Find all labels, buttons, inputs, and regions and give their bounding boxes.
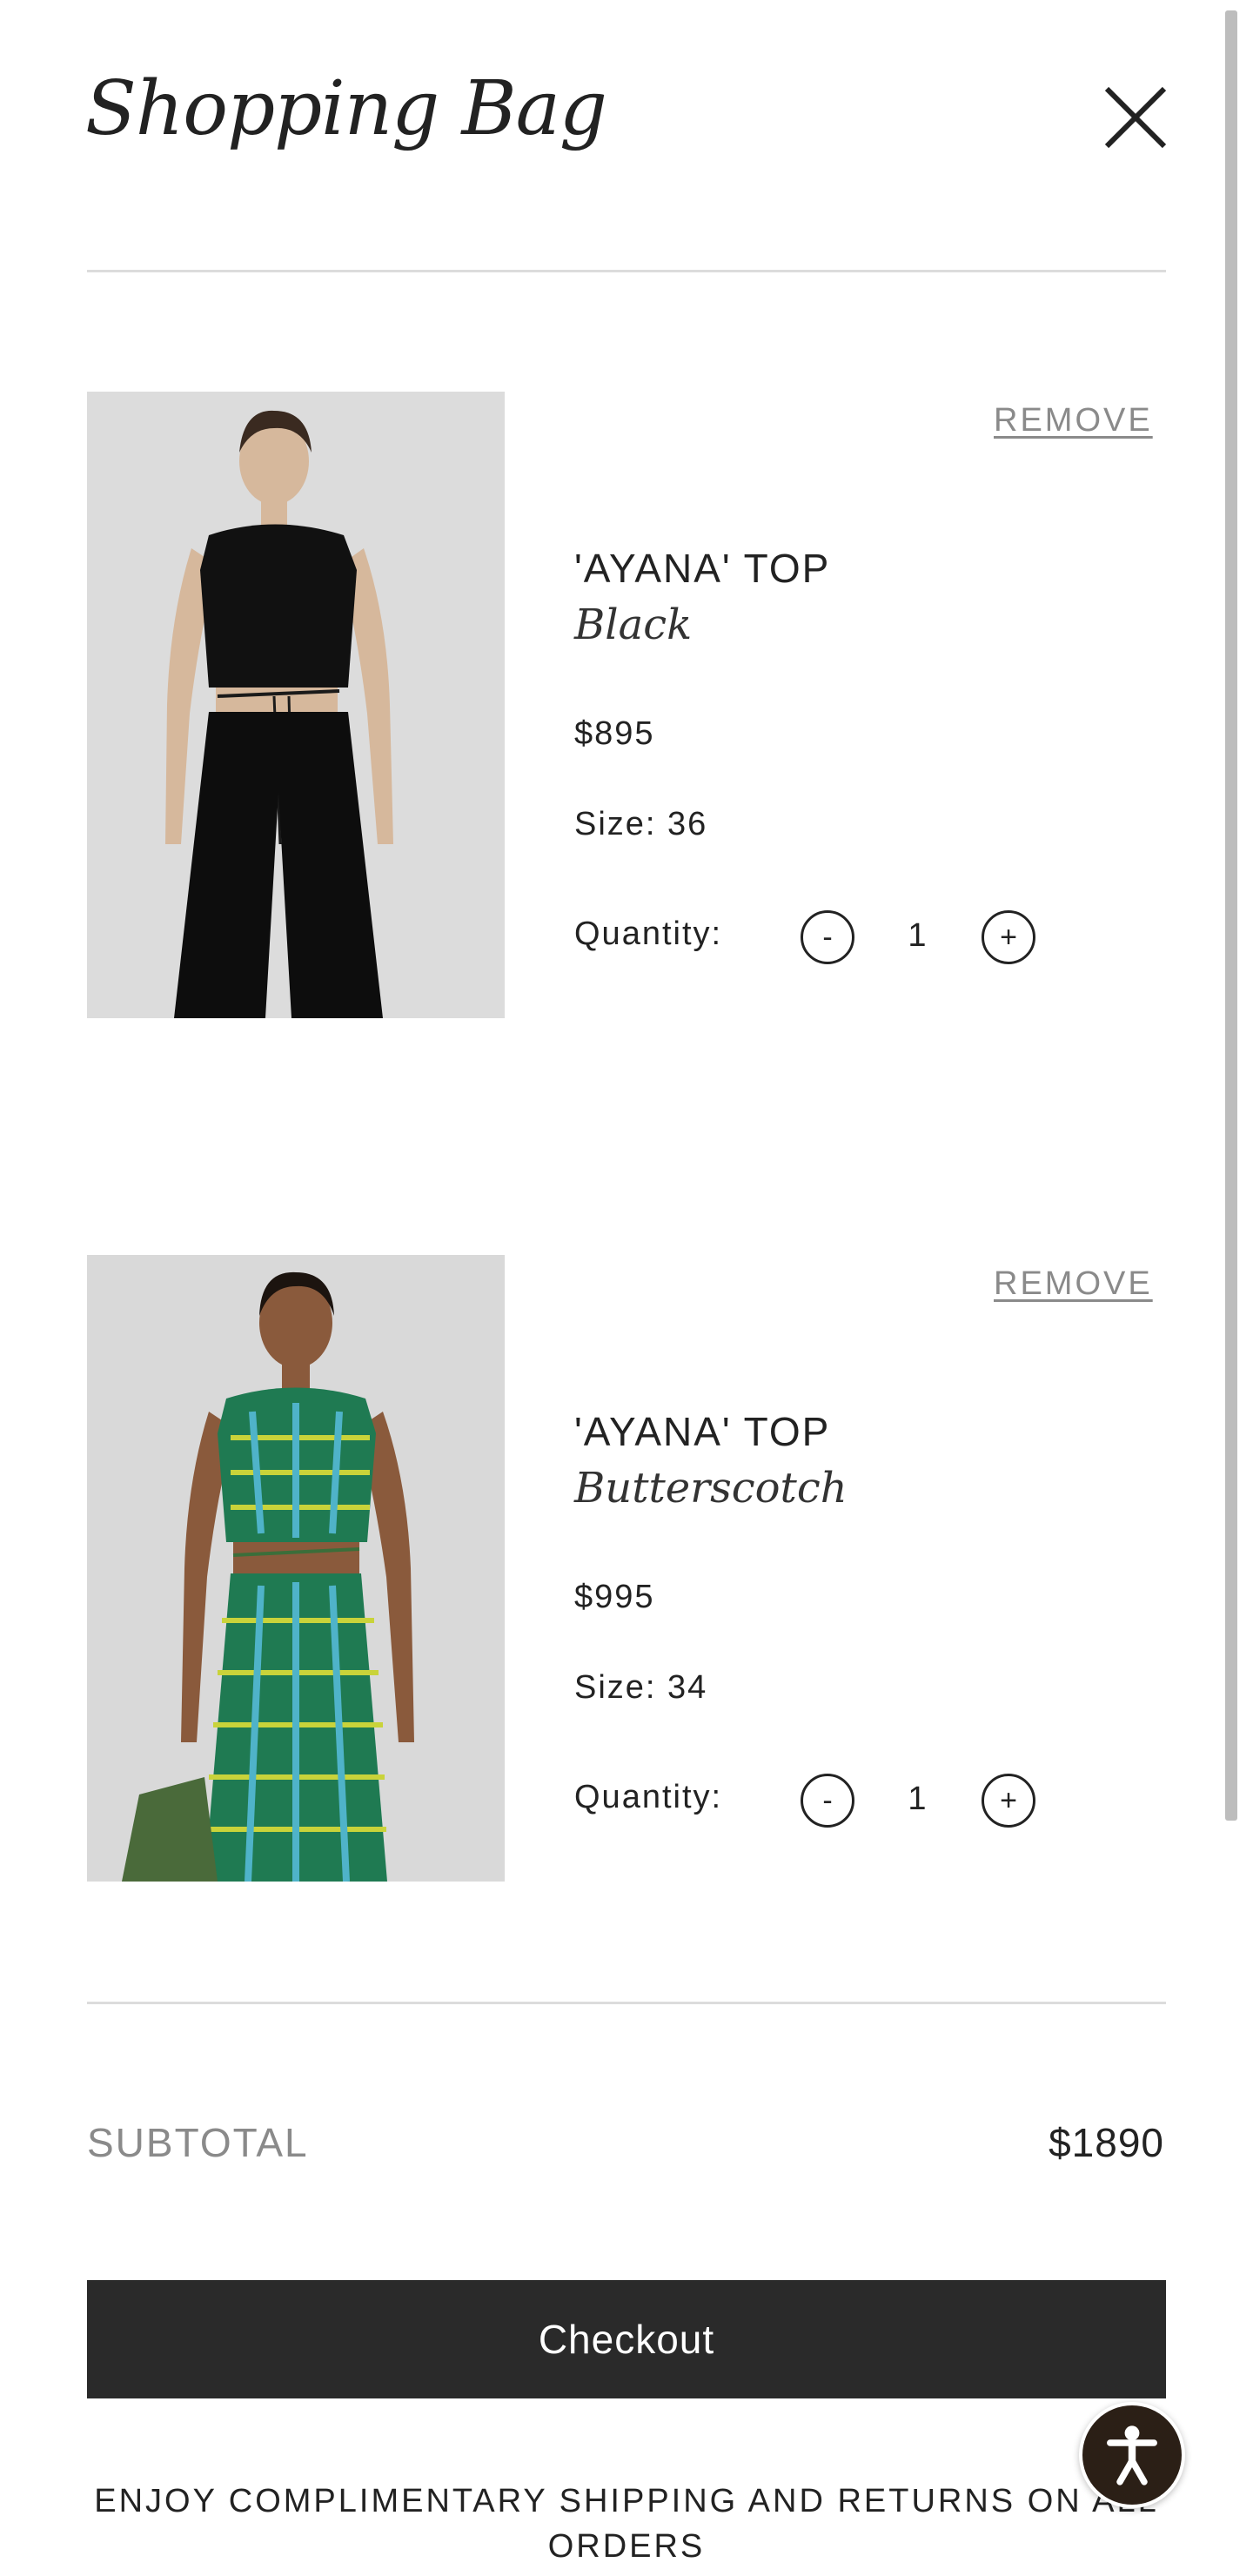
quantity-value: 1 <box>908 917 927 954</box>
checkout-button[interactable]: Checkout <box>87 2280 1166 2398</box>
accessibility-icon <box>1107 2425 1157 2485</box>
close-icon <box>1104 86 1167 149</box>
quantity-decrement-button[interactable]: - <box>801 1774 854 1828</box>
shipping-note: ENJOY COMPLIMENTARY SHIPPING AND RETURNS… <box>94 2483 1159 2565</box>
product-image[interactable] <box>87 1255 505 1882</box>
accessibility-button[interactable] <box>1079 2402 1185 2508</box>
subtotal-value: $1890 <box>1049 2120 1164 2165</box>
quantity-increment-button[interactable]: + <box>982 1774 1035 1828</box>
product-photo <box>87 392 505 1018</box>
product-price: $995 <box>574 1579 655 1615</box>
product-color: Black <box>574 600 693 649</box>
remove-item-button[interactable]: REMOVE <box>994 402 1153 439</box>
product-price: $895 <box>574 715 655 752</box>
product-size: Size: 34 <box>574 1669 708 1706</box>
header-divider <box>87 270 1166 272</box>
page-title: Shopping Bag <box>85 65 607 152</box>
subtotal-label: SUBTOTAL <box>87 2120 309 2165</box>
product-size: Size: 36 <box>574 806 708 842</box>
quantity-label: Quantity: <box>574 916 723 952</box>
quantity-label: Quantity: <box>574 1779 723 1815</box>
quantity-decrement-button[interactable]: - <box>801 910 854 964</box>
product-image[interactable] <box>87 392 505 1018</box>
product-color: Butterscotch <box>574 1464 848 1513</box>
product-name: 'AYANA' TOP <box>574 1409 831 1454</box>
scrollbar[interactable] <box>1225 10 1237 1821</box>
product-name: 'AYANA' TOP <box>574 546 831 591</box>
summary-divider <box>87 2002 1166 2004</box>
quantity-value: 1 <box>908 1781 927 1817</box>
close-button[interactable] <box>1095 77 1176 158</box>
product-photo <box>87 1255 505 1882</box>
remove-item-button[interactable]: REMOVE <box>994 1265 1153 1303</box>
quantity-increment-button[interactable]: + <box>982 910 1035 964</box>
